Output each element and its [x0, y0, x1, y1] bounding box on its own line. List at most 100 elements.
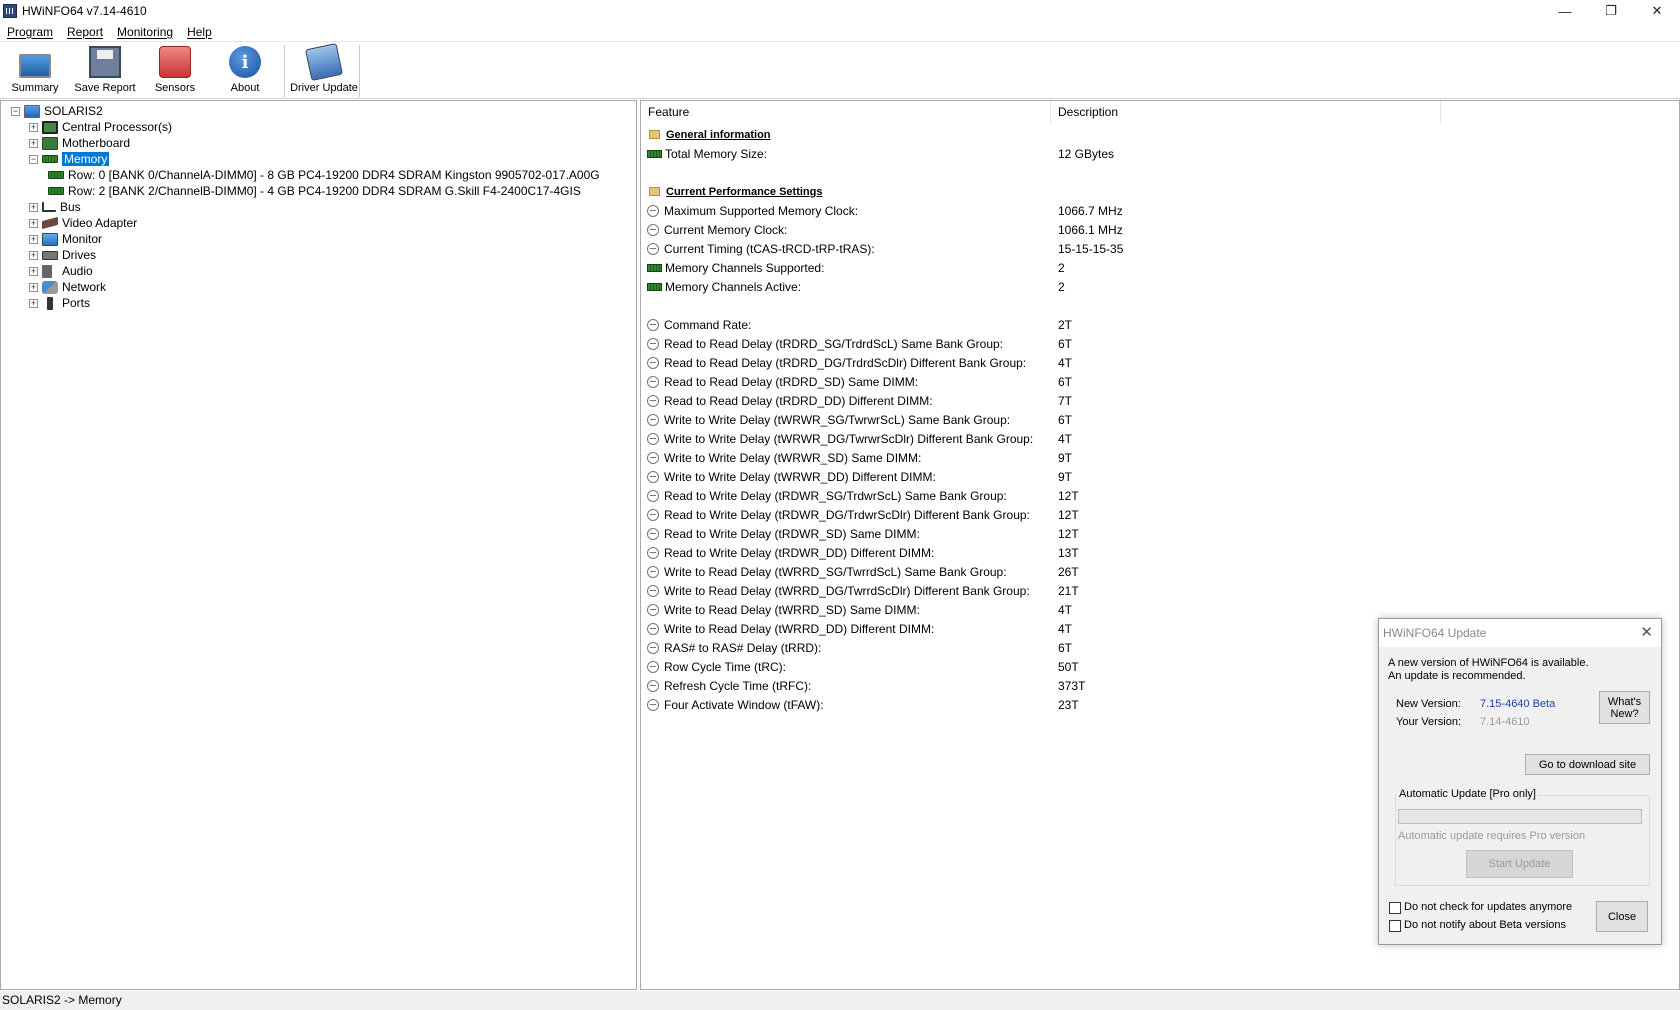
- detail-row[interactable]: Memory Channels Active: 2: [641, 277, 1123, 296]
- timing-row[interactable]: Command Rate: 2T: [641, 315, 1123, 334]
- auto-update-group-title: Automatic Update [Pro only]: [1397, 788, 1538, 800]
- detail-value: 12 GBytes: [1058, 146, 1115, 161]
- expand-icon[interactable]: +: [29, 202, 38, 212]
- detail-row[interactable]: Maximum Supported Memory Clock: 1066.7 MH…: [641, 201, 1123, 220]
- download-site-button[interactable]: Go to download site: [1525, 754, 1650, 775]
- tree-label-drives: Drives: [62, 248, 97, 262]
- memory-module-icon: [42, 155, 58, 163]
- timing-row[interactable]: Read to Write Delay (tRDWR_SG/TrdwrScL) …: [641, 486, 1123, 505]
- timing-row[interactable]: RAS# to RAS# Delay (tRRD): 6T: [641, 638, 1123, 657]
- detail-row[interactable]: Total Memory Size: 12 GBytes: [641, 144, 1123, 163]
- section-row[interactable]: General information: [641, 125, 1123, 144]
- close-window-button[interactable]: ✕: [1634, 0, 1680, 22]
- timing-label: Read to Write Delay (tRDWR_DD) Different…: [664, 545, 935, 560]
- gauge-icon: [647, 432, 659, 445]
- timing-row[interactable]: Write to Read Delay (tWRRD_SG/TwrrdScL) …: [641, 562, 1123, 581]
- timing-label: Command Rate:: [664, 317, 752, 332]
- dialog-title-bar: HWiNFO64 Update ✕: [1379, 619, 1661, 647]
- detail-row[interactable]: Memory Channels Supported: 2: [641, 258, 1123, 277]
- timing-row[interactable]: Write to Write Delay (tWRWR_DG/TwrwrScDl…: [641, 429, 1123, 448]
- expand-icon[interactable]: +: [29, 122, 38, 132]
- gauge-icon: [647, 622, 659, 635]
- tree-node-memory-row-0[interactable]: Row: 0 [BANK 0/ChannelA-DIMM0] - 8 GB PC…: [11, 167, 600, 183]
- tree-node-motherboard[interactable]: + Motherboard: [11, 135, 600, 151]
- timing-value: 12T: [1058, 488, 1079, 503]
- timing-row[interactable]: Write to Read Delay (tWRRD_SD) Same DIMM…: [641, 600, 1123, 619]
- menu-program[interactable]: Program: [0, 25, 60, 39]
- timing-label: Read to Write Delay (tRDWR_SG/TrdwrScL) …: [664, 488, 1007, 503]
- timing-row[interactable]: Read to Read Delay (tRDRD_DG/TrdrdScDlr)…: [641, 353, 1123, 372]
- tree-node-memory[interactable]: − Memory: [11, 151, 600, 167]
- minimize-button[interactable]: —: [1542, 0, 1588, 22]
- column-header-description[interactable]: Description: [1051, 101, 1441, 123]
- timing-row[interactable]: Read to Read Delay (tRDRD_DD) Different …: [641, 391, 1123, 410]
- dialog-close-icon[interactable]: ✕: [1640, 619, 1653, 647]
- timing-row[interactable]: Row Cycle Time (tRC): 50T: [641, 657, 1123, 676]
- tree-label-root: SOLARIS2: [44, 104, 103, 118]
- gauge-icon: [647, 508, 659, 521]
- summary-button[interactable]: Summary: [0, 43, 70, 97]
- menu-monitoring[interactable]: Monitoring: [110, 25, 180, 39]
- save-report-label: Save Report: [74, 82, 136, 94]
- start-update-button[interactable]: Start Update: [1466, 850, 1573, 878]
- no-beta-label[interactable]: Do not notify about Beta versions: [1404, 919, 1566, 931]
- detail-row[interactable]: Current Timing (tCAS-tRCD-tRP-tRAS): 15-1…: [641, 239, 1123, 258]
- timing-row[interactable]: Write to Read Delay (tWRRD_DD) Different…: [641, 619, 1123, 638]
- tree-node-root[interactable]: − SOLARIS2: [11, 103, 600, 119]
- expand-icon[interactable]: +: [29, 218, 38, 228]
- timing-row[interactable]: Read to Read Delay (tRDRD_SD) Same DIMM:…: [641, 372, 1123, 391]
- tree-node-video-adapter[interactable]: + Video Adapter: [11, 215, 600, 231]
- detail-row[interactable]: Current Memory Clock: 1066.1 MHz: [641, 220, 1123, 239]
- driver-update-button[interactable]: Driver Update: [289, 43, 359, 97]
- expand-icon[interactable]: +: [29, 250, 38, 260]
- timing-row[interactable]: Read to Write Delay (tRDWR_SD) Same DIMM…: [641, 524, 1123, 543]
- expand-icon[interactable]: +: [29, 138, 38, 148]
- timing-row[interactable]: Read to Write Delay (tRDWR_DG/TrdwrScDlr…: [641, 505, 1123, 524]
- timing-row[interactable]: Write to Write Delay (tWRWR_SG/TwrwrScL)…: [641, 410, 1123, 429]
- no-updates-label[interactable]: Do not check for updates anymore: [1404, 901, 1572, 913]
- sensors-button[interactable]: Sensors: [140, 43, 210, 97]
- collapse-icon[interactable]: −: [29, 154, 38, 164]
- tree-node-ports[interactable]: + Ports: [11, 295, 600, 311]
- timing-row[interactable]: Refresh Cycle Time (tRFC): 373T: [641, 676, 1123, 695]
- timing-row[interactable]: Write to Write Delay (tWRWR_SD) Same DIM…: [641, 448, 1123, 467]
- tree-node-audio[interactable]: + Audio: [11, 263, 600, 279]
- timing-row[interactable]: Write to Write Delay (tWRWR_DD) Differen…: [641, 467, 1123, 486]
- restore-button[interactable]: ❐: [1588, 0, 1634, 22]
- timing-row[interactable]: Read to Read Delay (tRDRD_SG/TrdrdScL) S…: [641, 334, 1123, 353]
- column-header-feature[interactable]: Feature: [641, 101, 1051, 123]
- tree-node-bus[interactable]: + Bus: [11, 199, 600, 215]
- menu-report[interactable]: Report: [60, 25, 110, 39]
- memory-module-icon: [48, 171, 64, 179]
- expand-icon[interactable]: +: [29, 298, 38, 308]
- timing-row[interactable]: Four Activate Window (tFAW): 23T: [641, 695, 1123, 714]
- tree-node-monitor[interactable]: + Monitor: [11, 231, 600, 247]
- collapse-icon[interactable]: −: [11, 106, 20, 116]
- expand-icon[interactable]: +: [29, 266, 38, 276]
- tree-node-network[interactable]: + Network: [11, 279, 600, 295]
- tree-node-cpu[interactable]: + Central Processor(s): [11, 119, 600, 135]
- save-report-button[interactable]: Save Report: [70, 43, 140, 97]
- folder-icon: [649, 187, 660, 196]
- gauge-icon: [647, 698, 659, 711]
- about-button[interactable]: i About: [210, 43, 280, 97]
- whats-new-button[interactable]: What's New?: [1599, 691, 1650, 724]
- driver-update-icon: [305, 43, 343, 81]
- timing-label: Write to Read Delay (tWRRD_DG/TwrrdScDlr…: [664, 583, 1030, 598]
- no-beta-checkbox[interactable]: [1389, 920, 1401, 932]
- detail-label: Total Memory Size:: [665, 146, 768, 161]
- close-button[interactable]: Close: [1596, 901, 1648, 932]
- timing-row[interactable]: Write to Read Delay (tWRRD_DG/TwrrdScDlr…: [641, 581, 1123, 600]
- menu-help[interactable]: Help: [180, 25, 219, 39]
- video-card-icon: [42, 216, 58, 230]
- no-updates-checkbox[interactable]: [1389, 902, 1401, 914]
- tree-node-drives[interactable]: + Drives: [11, 247, 600, 263]
- timing-label: Write to Write Delay (tWRWR_SG/TwrwrScL)…: [664, 412, 1011, 427]
- expand-icon[interactable]: +: [29, 234, 38, 244]
- tree-node-memory-row-2[interactable]: Row: 2 [BANK 2/ChannelB-DIMM0] - 4 GB PC…: [11, 183, 600, 199]
- section-row[interactable]: Current Performance Settings: [641, 182, 1123, 201]
- expand-icon[interactable]: +: [29, 282, 38, 292]
- gauge-icon: [647, 356, 659, 369]
- gauge-icon: [647, 318, 659, 331]
- timing-row[interactable]: Read to Write Delay (tRDWR_DD) Different…: [641, 543, 1123, 562]
